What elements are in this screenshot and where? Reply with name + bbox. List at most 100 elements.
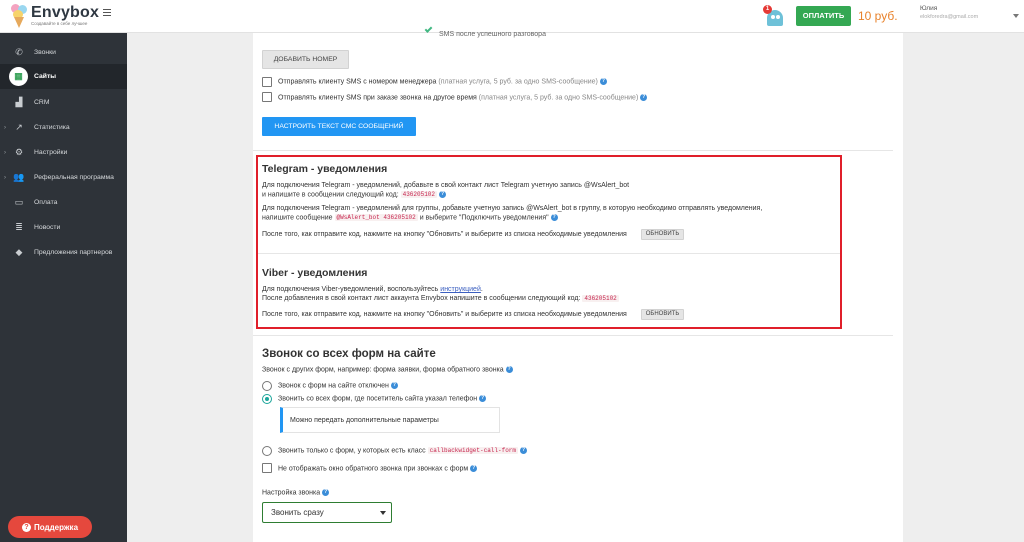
chevron-down-icon	[380, 511, 386, 515]
sidebar-item-partners[interactable]: ◆ Предложения партнеров	[0, 240, 127, 265]
news-icon: ≣	[15, 222, 23, 232]
telegram-instruction-1: Для подключения Telegram - уведомлений, …	[262, 182, 630, 189]
help-icon[interactable]: ?	[520, 447, 528, 454]
chart-icon: ↗	[15, 122, 23, 132]
telegram-code-line: и напишите в сообщении следующий код: 43…	[262, 191, 446, 199]
menu-toggle-icon[interactable]	[103, 9, 111, 17]
add-number-button[interactable]: ДОБАВИТЬ НОМЕР	[262, 50, 349, 69]
forms-disabled-label: Звонок с форм на сайте отключен?	[278, 382, 398, 390]
gear-icon: ⚙	[14, 147, 24, 157]
user-menu[interactable]: Юлия elokforedra@gmail.com	[920, 5, 978, 20]
sms-manager-checkbox[interactable]	[262, 77, 272, 87]
sidebar-item-calls[interactable]: ✆ Звонки	[0, 40, 127, 65]
pay-button[interactable]: ОПЛАТИТЬ	[796, 6, 851, 26]
call-setting-select[interactable]: Звонить сразу	[262, 502, 392, 523]
help-icon[interactable]: ?	[599, 78, 607, 85]
sidebar-item-payment[interactable]: ▭ Оплата	[0, 190, 127, 215]
hide-callback-window-checkbox[interactable]	[262, 463, 272, 473]
call-setting-label: Настройка звонка?	[262, 489, 330, 497]
forms-all-label: Звонить со всех форм, где посетитель сай…	[278, 395, 487, 403]
help-icon[interactable]: ?	[470, 465, 478, 472]
help-icon[interactable]: ?	[439, 191, 446, 198]
sidebar-item-label: Статистика	[34, 124, 70, 131]
class-code: callbackwidget-call-form	[427, 447, 519, 455]
forms-subtitle: Звонок с других форм, например: форма за…	[262, 366, 513, 374]
question-icon: ?	[21, 522, 31, 532]
top-bar: Envybox Создавайте в себе лучшее 1 ОПЛАТ…	[0, 0, 1024, 33]
balance: 10 руб.	[858, 9, 898, 23]
help-icon[interactable]: ?	[550, 214, 558, 221]
sidebar-item-news[interactable]: ≣ Новости	[0, 215, 127, 240]
sms-later-option: Отправлять клиенту SMS при заказе звонка…	[278, 94, 648, 102]
sidebar-item-label: Новости	[34, 224, 61, 231]
sites-icon: ▦	[9, 67, 28, 86]
configure-sms-text-button[interactable]: НАСТРОИТЬ ТЕКСТ СМС СООБЩЕНИЙ	[262, 117, 416, 136]
sidebar: ✆ Звонки ▦ Сайты ▟ CRM › ↗ Статистика › …	[0, 33, 127, 542]
support-button[interactable]: ? Поддержка	[8, 516, 92, 538]
chevron-right-icon: ›	[4, 124, 6, 131]
divider	[258, 253, 840, 254]
forms-all-radio[interactable]	[262, 394, 272, 404]
card-icon: ▭	[14, 197, 24, 207]
viber-title: Viber - уведомления	[262, 267, 368, 279]
users-icon: 👥	[13, 172, 25, 182]
phone-icon: ✆	[15, 47, 23, 57]
help-icon[interactable]: ?	[479, 395, 487, 402]
sidebar-item-label: Реферальная программа	[34, 174, 114, 181]
logo-tagline: Создавайте в себе лучшее	[31, 21, 88, 26]
divider	[253, 150, 893, 151]
logo[interactable]: Envybox Создавайте в себе лучшее	[9, 4, 99, 28]
tag-icon: ◆	[15, 247, 23, 257]
ice-cream-logo-icon	[9, 4, 29, 28]
help-icon[interactable]: ?	[322, 489, 330, 496]
viber-code-line: После добавления в свой контакт лист акк…	[262, 295, 619, 302]
logo-name: Envybox	[31, 4, 100, 21]
telegram-group-code: @WsAlert_bot 436205102	[334, 214, 418, 222]
sms-after-call-label: SMS после успешного разговора	[439, 31, 546, 38]
sidebar-item-label: CRM	[34, 99, 50, 106]
sidebar-item-crm[interactable]: ▟ CRM	[0, 90, 127, 115]
divider	[253, 335, 893, 336]
user-name: Юлия	[920, 5, 938, 12]
sidebar-item-sites[interactable]: ▦ Сайты	[0, 64, 127, 89]
viber-after-text: После того, как отправите код, нажмите н…	[262, 311, 627, 318]
telegram-group-code-line: напишите сообщение @WsAlert_bot 43620510…	[262, 214, 558, 222]
chevron-right-icon: ›	[4, 174, 6, 181]
support-label: Поддержка	[33, 522, 79, 532]
sidebar-item-label: Оплата	[34, 199, 58, 206]
notifications-ghost-icon[interactable]: 1	[763, 5, 785, 27]
telegram-code: 436205102	[400, 191, 437, 199]
help-icon[interactable]: ?	[640, 94, 648, 101]
sidebar-item-referral[interactable]: › 👥 Реферальная программа	[0, 165, 127, 190]
select-value: Звонить сразу	[271, 508, 324, 517]
sms-later-checkbox[interactable]	[262, 92, 272, 102]
info-text: Можно передать дополнительные параметры	[290, 417, 439, 424]
hide-callback-window-label: Не отображать окно обратного звонка при …	[278, 465, 478, 473]
forms-disabled-radio[interactable]	[262, 381, 272, 391]
chevron-right-icon: ›	[4, 149, 6, 156]
chevron-down-icon[interactable]	[1013, 14, 1019, 18]
sidebar-item-label: Звонки	[34, 49, 56, 56]
sms-manager-option: Отправлять клиенту SMS с номером менедже…	[278, 78, 607, 86]
sidebar-item-settings[interactable]: › ⚙ Настройки	[0, 140, 127, 165]
sidebar-item-label: Предложения партнеров	[34, 249, 113, 256]
sidebar-item-statistics[interactable]: › ↗ Статистика	[0, 115, 127, 140]
forms-class-label: Звонить только с форм, у которых есть кл…	[278, 447, 528, 455]
sidebar-item-label: Настройки	[34, 149, 68, 156]
sidebar-item-label: Сайты	[34, 73, 57, 80]
user-email: elokforedra@gmail.com	[920, 14, 979, 20]
viber-instruction-link[interactable]: инструкцией	[440, 286, 481, 293]
notification-badge: 1	[763, 5, 772, 14]
telegram-title: Telegram - уведомления	[262, 163, 388, 175]
crm-icon: ▟	[15, 97, 23, 107]
viber-instruction-1: Для подключения Viber-уведомлений, воспо…	[262, 286, 483, 293]
help-icon[interactable]: ?	[390, 382, 398, 389]
telegram-after-text: После того, как отправите код, нажмите н…	[262, 231, 627, 238]
telegram-group-instruction: Для подключения Telegram - уведомлений д…	[262, 205, 763, 212]
telegram-refresh-button[interactable]: ОБНОВИТЬ	[641, 229, 684, 240]
viber-refresh-button[interactable]: ОБНОВИТЬ	[641, 309, 684, 320]
forms-class-radio[interactable]	[262, 446, 272, 456]
viber-code: 436205102	[582, 295, 619, 302]
help-icon[interactable]: ?	[505, 366, 513, 373]
forms-section-title: Звонок со всех форм на сайте	[262, 348, 436, 360]
